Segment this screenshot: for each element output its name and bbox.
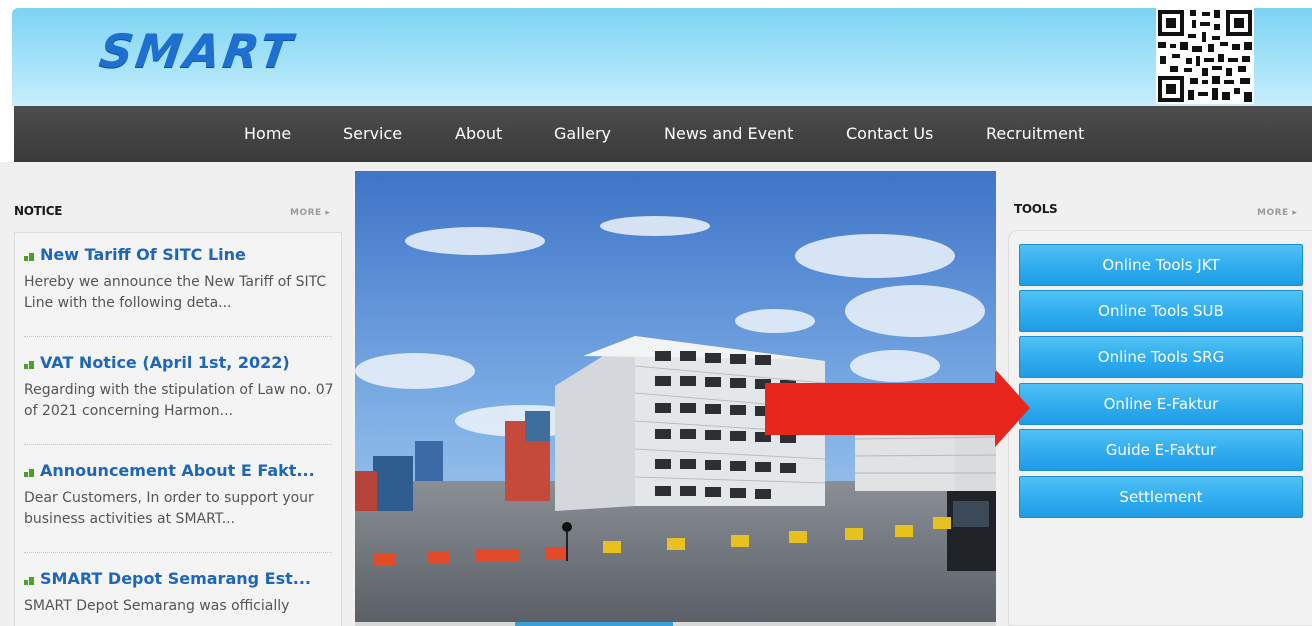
notice-item-desc: SMART Depot Semarang was officially — [24, 598, 290, 614]
notice-item[interactable]: VAT Notice (April 1st, 2022) Regarding w… — [24, 353, 340, 422]
divider — [24, 552, 332, 553]
nav-gallery[interactable]: Gallery — [554, 124, 611, 143]
online-tools-jkt-button[interactable]: Online Tools JKT — [1019, 244, 1303, 286]
notice-item-desc: Hereby we announce the New Tariff of SIT… — [24, 274, 327, 311]
notice-item-title-text[interactable]: New Tariff Of SITC Line — [40, 245, 246, 264]
divider — [24, 336, 332, 337]
bar-chart-bullet-icon — [24, 465, 36, 477]
nav-contact-us[interactable]: Contact Us — [846, 124, 933, 143]
notice-item-desc: Regarding with the stipulation of Law no… — [24, 382, 334, 419]
bar-chart-bullet-icon — [24, 357, 36, 369]
online-e-faktur-button[interactable]: Online E-Faktur — [1019, 383, 1303, 425]
notice-item[interactable]: SMART Depot Semarang Est... SMART Depot … — [24, 569, 340, 617]
notice-item-title[interactable]: SMART Depot Semarang Est... — [24, 569, 340, 588]
depot-container-photo[interactable] — [355, 171, 996, 622]
online-tools-sub-button[interactable]: Online Tools SUB — [1019, 290, 1303, 332]
notice-item[interactable]: New Tariff Of SITC Line Hereby we announ… — [24, 245, 340, 314]
notice-item-desc: Dear Customers, In order to support your… — [24, 490, 314, 527]
notice-heading: NOTICE — [14, 204, 63, 218]
settlement-button[interactable]: Settlement — [1019, 476, 1303, 518]
qr-code-icon — [1156, 8, 1254, 104]
notice-item[interactable]: Announcement About E Fakt... Dear Custom… — [24, 461, 340, 530]
notice-more-link[interactable]: MORE ▸ — [290, 208, 330, 218]
smart-logo[interactable]: SMART — [96, 24, 298, 78]
slider-active-segment[interactable] — [515, 622, 673, 626]
nav-news-and-event[interactable]: News and Event — [664, 124, 793, 143]
nav-about[interactable]: About — [455, 124, 502, 143]
online-tools-srg-button[interactable]: Online Tools SRG — [1019, 336, 1303, 378]
nav-service[interactable]: Service — [343, 124, 402, 143]
notice-item-title-text[interactable]: Announcement About E Fakt... — [40, 461, 315, 480]
notice-item-title-text[interactable]: VAT Notice (April 1st, 2022) — [40, 353, 290, 372]
divider — [24, 444, 332, 445]
notice-item-title[interactable]: VAT Notice (April 1st, 2022) — [24, 353, 340, 372]
tools-more-link[interactable]: MORE ▸ — [1257, 208, 1297, 218]
red-arrow-tip-icon — [996, 370, 1030, 446]
notice-item-title-text[interactable]: SMART Depot Semarang Est... — [40, 569, 311, 588]
site-header: SMART — [12, 8, 1312, 106]
notice-item-title[interactable]: Announcement About E Fakt... — [24, 461, 340, 480]
bar-chart-bullet-icon — [24, 573, 36, 585]
slider-indicator — [355, 622, 996, 626]
guide-e-faktur-button[interactable]: Guide E-Faktur — [1019, 429, 1303, 471]
nav-home[interactable]: Home — [244, 124, 291, 143]
bar-chart-bullet-icon — [24, 249, 36, 261]
tools-heading: TOOLS — [1014, 202, 1058, 216]
notice-item-title[interactable]: New Tariff Of SITC Line — [24, 245, 340, 264]
main-nav: Home Service About Gallery News and Even… — [14, 106, 1312, 162]
nav-recruitment[interactable]: Recruitment — [986, 124, 1084, 143]
